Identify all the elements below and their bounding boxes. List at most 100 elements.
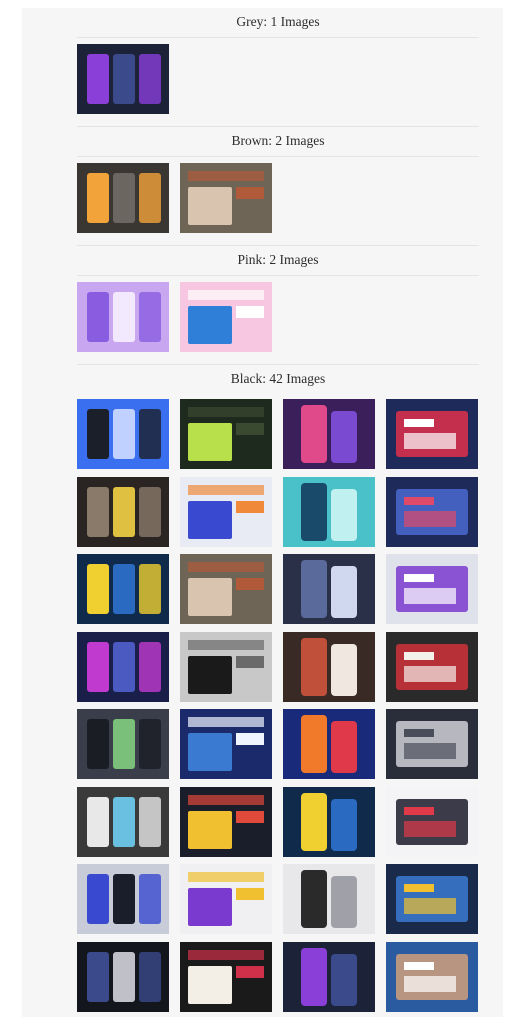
thumb-phone xyxy=(301,482,327,541)
thumb-phone xyxy=(331,953,357,1006)
thumb-block xyxy=(188,187,232,225)
thumb-block xyxy=(188,810,232,849)
colorful-ui-kit-thumb[interactable] xyxy=(180,476,272,547)
thumb-panel xyxy=(139,874,161,924)
thumb-panel xyxy=(113,292,135,342)
thumb-block xyxy=(236,578,264,590)
dark-dashboard-2-thumb[interactable] xyxy=(283,941,375,1012)
grey-mobile-grid-thumb[interactable] xyxy=(77,864,169,934)
section-heading-pink: Pink: 2 Images xyxy=(237,252,319,267)
thumb-phone xyxy=(331,643,357,696)
dark-payment-phone-thumb[interactable] xyxy=(386,864,478,934)
thumb-block xyxy=(236,965,264,978)
thumb-line xyxy=(404,665,456,682)
thumb-phone xyxy=(301,405,327,463)
thumb-panel xyxy=(113,486,135,537)
thumb-block xyxy=(236,655,264,668)
thumb-block xyxy=(188,500,232,539)
blue-yellow-phone-thumb[interactable] xyxy=(77,554,169,624)
thumb-bar xyxy=(188,290,264,300)
navy-dashboard-widgets-thumb[interactable] xyxy=(386,476,478,547)
wireframe-screens-thumb[interactable] xyxy=(283,864,375,934)
thumb-bar xyxy=(188,872,264,882)
thumb-line xyxy=(404,820,456,837)
thumb-block xyxy=(236,888,264,900)
pink-section: Pink: 2 Images xyxy=(77,245,479,352)
thumb-panel xyxy=(139,292,161,342)
thumb-block xyxy=(236,500,264,513)
thumb-panel xyxy=(139,486,161,537)
thumb-panel xyxy=(87,874,109,924)
dark-signup-thumb[interactable] xyxy=(77,163,169,233)
orange-music-app-thumb[interactable] xyxy=(283,709,375,779)
hand-holding-phone-thumb[interactable] xyxy=(386,941,478,1012)
blue-data-dashboard-thumb[interactable] xyxy=(180,709,272,779)
section-divider xyxy=(77,37,479,38)
spring-collection-thumb[interactable] xyxy=(386,631,478,702)
teal-3d-scene-thumb[interactable] xyxy=(283,476,375,547)
thumb-phone xyxy=(331,411,357,463)
section-divider xyxy=(77,156,479,157)
brown-section: Brown: 2 Images xyxy=(77,126,479,233)
thumb-block xyxy=(188,423,232,461)
thumb-block xyxy=(236,810,264,823)
purple-analytics-thumb[interactable] xyxy=(77,631,169,702)
thumb-bar xyxy=(188,484,264,495)
portrait-landing-thumb[interactable] xyxy=(180,163,272,233)
dark-admin-panel-thumb[interactable] xyxy=(283,554,375,624)
thumb-phone xyxy=(331,798,357,851)
section-divider xyxy=(77,245,479,246)
thumb-line xyxy=(404,574,434,582)
thumb-block xyxy=(188,888,232,926)
thumb-panel xyxy=(113,796,135,847)
thumb-line xyxy=(404,898,456,914)
jobhunt-landing-thumb[interactable] xyxy=(283,631,375,702)
thumb-block xyxy=(188,655,232,694)
thumb-panel xyxy=(87,173,109,223)
thumb-phone xyxy=(301,637,327,696)
green-text-poster-thumb[interactable] xyxy=(180,399,272,469)
thumb-line xyxy=(404,588,456,604)
purple-illustration-thumb[interactable] xyxy=(77,282,169,352)
blue-yellow-phone-2-thumb[interactable] xyxy=(283,786,375,857)
thumb-panel xyxy=(113,951,135,1002)
white-phones-thumb[interactable] xyxy=(386,554,478,624)
thumb-panel xyxy=(113,874,135,924)
thumb-line xyxy=(404,510,456,527)
portrait-landing-2-thumb[interactable] xyxy=(180,554,272,624)
gradient-phones-thumb[interactable] xyxy=(283,399,375,469)
thumb-bar xyxy=(188,639,264,650)
thumb-panel xyxy=(139,173,161,223)
yellow-card-phone-thumb[interactable] xyxy=(180,786,272,857)
thumb-block xyxy=(236,187,264,199)
login-form-thumb[interactable] xyxy=(386,399,478,469)
dark-gallery-grid-thumb[interactable] xyxy=(77,941,169,1012)
thumb-block xyxy=(188,306,232,344)
thumb-panel xyxy=(87,564,109,614)
signature-landing-thumb[interactable] xyxy=(180,941,272,1012)
dark-music-screens-thumb[interactable] xyxy=(180,631,272,702)
section-heading-brown: Brown: 2 Images xyxy=(231,133,325,148)
blue-app-screens-thumb[interactable] xyxy=(77,399,169,469)
thumb-phone xyxy=(331,566,357,618)
thumb-panel xyxy=(87,641,109,692)
thumb-line xyxy=(404,433,456,449)
thumb-panel xyxy=(87,719,109,769)
dark-mobile-screens-thumb[interactable] xyxy=(77,709,169,779)
thumb-panel xyxy=(87,409,109,459)
balloon-festival-thumb[interactable] xyxy=(180,282,272,352)
thumb-line xyxy=(404,961,434,970)
thumb-panel xyxy=(139,409,161,459)
thumb-line xyxy=(404,496,434,505)
plant-shop-thumb[interactable] xyxy=(180,864,272,934)
dark-list-phone-thumb[interactable] xyxy=(386,709,478,779)
thumb-panel xyxy=(113,641,135,692)
thumb-block xyxy=(236,733,264,745)
thumb-panel xyxy=(87,796,109,847)
thumb-panel xyxy=(139,951,161,1002)
mountain-hero-thumb[interactable] xyxy=(77,476,169,547)
the-eternal-poster-thumb[interactable] xyxy=(77,786,169,857)
thumb-phone xyxy=(301,947,327,1006)
travel-phones-thumb[interactable] xyxy=(386,786,478,857)
dark-dashboard-thumb[interactable] xyxy=(77,44,169,114)
